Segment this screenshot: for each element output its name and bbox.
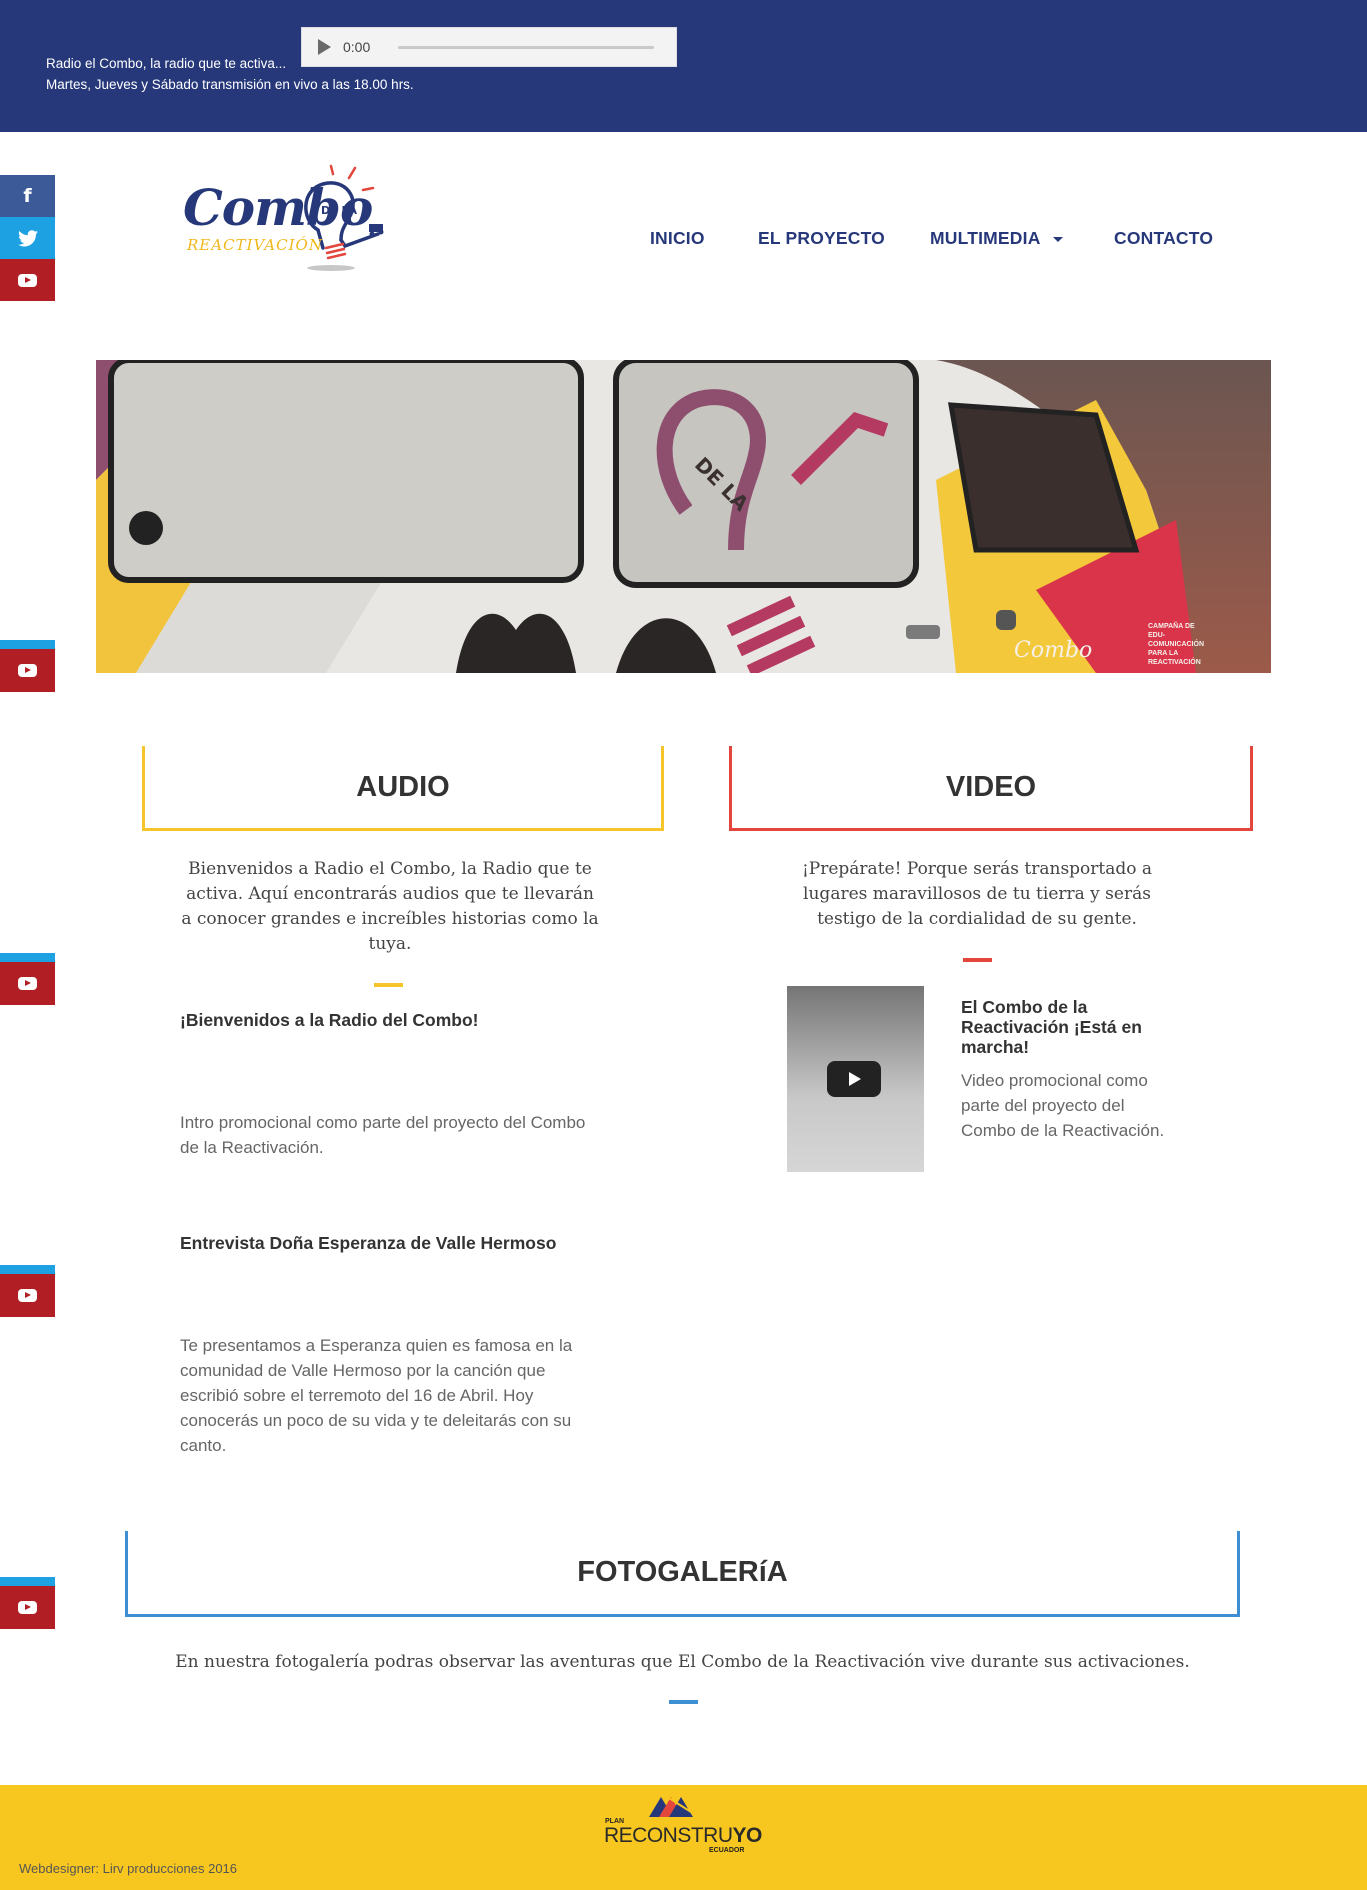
gallery-heading-box: FOTOGALERíA (125, 1531, 1240, 1617)
audio-player[interactable]: 0:00 (301, 27, 677, 67)
plan-wordmark: RECONSTRUYO (604, 1824, 762, 1848)
hero-van-logo: Combo (1014, 638, 1093, 663)
video-item-title[interactable]: El Combo de la Reactivación ¡Está en mar… (961, 997, 1171, 1057)
nav-el-proyecto[interactable]: EL PROYECTO (758, 228, 885, 250)
plan-wordmark-a: RECONSTRU (604, 1824, 733, 1847)
gallery-lead: En nuestra fotogalería podras observar l… (175, 1652, 1190, 1672)
house-roof-icon (640, 1791, 700, 1818)
audio-item-title-2[interactable]: Entrevista Doña Esperanza de Valle Hermo… (180, 1233, 620, 1254)
video-thumbnail[interactable] (787, 986, 924, 1172)
audio-heading-box: AUDIO (142, 746, 664, 831)
nav-inicio[interactable]: INICIO (650, 228, 705, 250)
facebook-button[interactable]: f (0, 175, 55, 217)
player-time: 0:00 (343, 39, 371, 55)
youtube-icon (18, 273, 37, 287)
youtube-button-1[interactable] (0, 259, 55, 301)
video-heading-box: VIDEO (729, 746, 1253, 831)
nav-contacto[interactable]: CONTACTO (1114, 228, 1213, 250)
youtube-icon (18, 1289, 37, 1302)
youtube-icon (18, 1601, 37, 1614)
twitter-icon (17, 229, 38, 246)
audio-divider (374, 983, 403, 987)
hero-van-caption: CAMPAÑA DE EDU-COMUNICACIÓN PARA LA REAC… (1148, 623, 1204, 666)
video-heading: VIDEO (945, 770, 1037, 803)
youtube-button-5[interactable] (0, 1577, 55, 1629)
nav-multimedia[interactable]: MULTIMEDIA (930, 228, 1063, 250)
hero-banner-image: DE LA Combo CAMPAÑA DE EDU-COMUNICACIÓN … (96, 360, 1271, 673)
footer-credit: Webdesigner: Lirv producciones 2016 (19, 1861, 238, 1876)
audio-lead: Bienvenidos a Radio el Combo, la Radio q… (181, 859, 599, 954)
plan-wordmark-b: YO (732, 1824, 763, 1847)
plan-reconstruyo-logo[interactable]: PLAN RECONSTRUYO ECUADOR (601, 1791, 762, 1855)
logo-badge: DE LA (321, 204, 357, 217)
chevron-down-icon (1052, 236, 1063, 242)
audio-item-title-1[interactable]: ¡Bienvenidos a la Radio del Combo! (180, 1010, 620, 1031)
van-illustration (96, 360, 1271, 673)
nav-multimedia-label: MULTIMEDIA (930, 228, 1041, 248)
logo-subtitle: REACTIVACIÓN (187, 236, 323, 254)
play-icon[interactable] (318, 39, 331, 55)
play-button-icon[interactable] (827, 1061, 881, 1097)
player-progress-track[interactable] (398, 45, 654, 49)
plan-country: ECUADOR (709, 1847, 745, 1854)
audio-item-desc-2: Te presentamos a Esperanza quien es famo… (180, 1336, 573, 1455)
youtube-button-3[interactable] (0, 953, 55, 1005)
radio-schedule: Martes, Jueves y Sábado transmisión en v… (46, 77, 414, 92)
gallery-heading: FOTOGALERíA (577, 1556, 788, 1588)
youtube-button-4[interactable] (0, 1265, 55, 1317)
footer: PLAN RECONSTRUYO ECUADOR Webdesigner: Li… (0, 1785, 1367, 1890)
audio-item-desc-1: Intro promocional como parte del proyect… (180, 1113, 586, 1157)
site-logo[interactable]: Combo DE LA REACTIVACIÓN (183, 160, 403, 280)
gallery-divider (669, 1700, 698, 1704)
youtube-icon (18, 977, 37, 990)
top-bar: Radio el Combo, la radio que te activa..… (0, 0, 1367, 132)
video-lead: ¡Prepárate! Porque serás transportado a … (801, 859, 1153, 929)
audio-heading: AUDIO (356, 770, 450, 803)
youtube-icon (18, 664, 37, 677)
facebook-icon: f (23, 185, 32, 207)
video-divider (963, 958, 992, 962)
twitter-button[interactable] (0, 217, 55, 259)
video-item-desc: Video promocional como parte del proyect… (961, 1071, 1165, 1140)
youtube-button-2[interactable] (0, 640, 55, 692)
